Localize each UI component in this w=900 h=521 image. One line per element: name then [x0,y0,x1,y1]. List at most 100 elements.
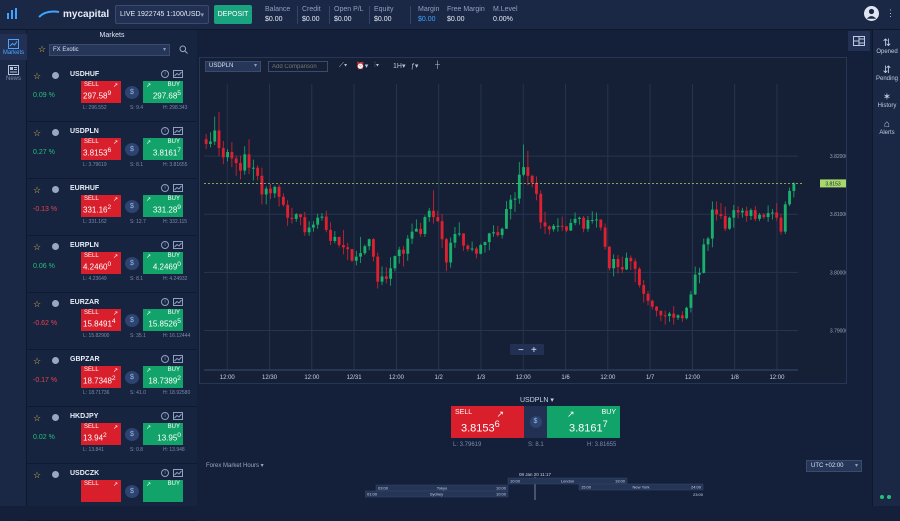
trend-chart-icon[interactable] [173,469,183,477]
market-row[interactable]: ☆ EURHUF i -0.13 % SELL ↗ 331.162 $ BUY ↗ 331.289 L… [27,179,197,236]
buy-button[interactable]: BUY ↗ 297.685 [143,81,183,103]
market-change: -0.13 % [33,206,58,213]
currency-icon[interactable]: $ [125,257,139,270]
favorite-star-icon[interactable]: ☆ [33,71,41,82]
favorite-star-icon[interactable]: ☆ [33,242,41,253]
candle [689,290,693,313]
favorite-star-icon[interactable]: ☆ [33,128,41,139]
favorite-star-icon[interactable]: ☆ [33,470,41,481]
favorite-star-icon[interactable]: ☆ [33,356,41,367]
currency-icon[interactable]: $ [125,143,139,156]
brand[interactable]: mycapital [38,7,109,21]
ticket-sell-button[interactable]: SELL ↗ 3.81536 [451,406,524,438]
app-logo-icon[interactable] [6,7,20,21]
currency-icon[interactable]: $ [125,86,139,99]
favorite-star-icon[interactable]: ☆ [33,299,41,310]
sell-price-pip: 2 [111,375,116,383]
buy-button[interactable]: BUY ↗ 18.73892 [143,366,183,388]
account-selector[interactable]: LIVE 1922745 1:100/USD ▾ [115,5,209,24]
more-menu-icon[interactable]: ⋮ [886,8,895,19]
info-icon[interactable]: i [161,127,169,135]
add-comparison-input[interactable] [268,61,328,72]
zoom-controls[interactable] [510,344,544,355]
candle [294,213,298,222]
candles-type-icon[interactable]: ⫶▾ [374,62,379,70]
info-icon[interactable]: i [161,412,169,420]
favorite-star-icon[interactable]: ☆ [33,185,41,196]
currency-icon[interactable]: $ [125,428,139,441]
ticket-quantity[interactable]: $ [524,406,547,438]
trend-chart-icon[interactable] [173,184,183,192]
session-extra-end: 23:00 [693,492,704,497]
info-icon[interactable]: i [161,241,169,249]
zoom-out-icon[interactable]: − [518,345,524,356]
market-row[interactable]: ☆ USDHUF i 0.09 % SELL ↗ 297.589 $ BUY ↗ 297.685 L:… [27,65,197,122]
chart-style-icon[interactable]: ⟋▾ [339,62,347,70]
price-chart[interactable]: 3.82000 3.81000 3.80000 3.79000 12:00 12/30 12… [200,78,846,384]
currency-icon[interactable]: $ [125,314,139,327]
nav-markets[interactable]: Markets [0,34,27,60]
chart-symbol-select[interactable]: USDPLN ▾ [205,61,261,72]
right-nav-alerts[interactable]: ⌂ Alerts [873,114,900,140]
sell-button[interactable]: SELL ↗ 13.942 [81,423,121,445]
sell-button[interactable]: SELL ↗ 331.162 [81,195,121,217]
info-icon[interactable]: i [161,355,169,363]
timeframe-select[interactable]: 1H▾ [393,62,405,70]
market-row[interactable]: ☆ EURPLN i 0.06 % SELL ↗ 4.24600 $ BUY ↗ 4.24690 L:… [27,236,197,293]
forex-market-hours-toggle[interactable]: Forex Market Hours ▾ [206,462,264,469]
candle [522,144,526,177]
trend-chart-icon[interactable] [173,355,183,363]
right-nav-opened[interactable]: ⇅ Opened [873,33,900,59]
buy-button[interactable]: BUY ↗ 3.81617 [143,138,183,160]
market-row[interactable]: ☆ EURZAR i -0.62 % SELL ↗ 15.84914 $ BUY ↗ 15.8526… [27,293,197,350]
timezone-select[interactable]: UTC +02:00 ▾ [806,460,862,472]
market-row[interactable]: ☆ USDPLN i 0.27 % SELL ↗ 3.81536 $ BUY ↗ 3.81617 L:… [27,122,197,179]
sell-button[interactable]: SELL ↗ 297.589 [81,81,121,103]
sell-button[interactable]: SELL ↗ 4.24600 [81,252,121,274]
ticket-symbol[interactable]: USDPLN ▾ [520,396,554,404]
avatar[interactable] [864,6,879,21]
trend-chart-icon[interactable] [173,298,183,306]
market-row[interactable]: ☆ USDCZK i SELL ↗ $ BUY ↗ [27,464,197,521]
buy-button[interactable]: BUY ↗ 4.24690 [143,252,183,274]
stat-separator [410,6,411,24]
currency-icon[interactable]: $ [125,371,139,384]
zoom-in-icon[interactable]: + [531,345,537,356]
trend-chart-icon[interactable] [173,241,183,249]
buy-button[interactable]: BUY ↗ 13.950 [143,423,183,445]
market-category-select[interactable]: FX Exotic ▾ [49,44,170,56]
info-icon[interactable]: i [161,184,169,192]
ticket-buy-button[interactable]: BUY ↗ 3.81617 [547,406,620,438]
currency-icon[interactable]: $ [125,200,139,213]
x-tick-label: 12/30 [262,375,278,381]
info-icon[interactable]: i [161,469,169,477]
buy-button[interactable]: BUY ↗ [143,480,183,502]
indicators-icon[interactable]: ƒ▾ [411,62,418,70]
sell-button[interactable]: SELL ↗ [81,480,121,502]
search-icon[interactable] [179,45,188,54]
favorite-star-icon[interactable]: ☆ [33,413,41,424]
trend-chart-icon[interactable] [173,127,183,135]
crosshair-icon[interactable]: ┼ [435,62,440,69]
alarm-clock-icon[interactable]: ⏰▾ [356,62,368,70]
trend-chart-icon[interactable] [173,70,183,78]
sell-button[interactable]: SELL ↗ 3.81536 [81,138,121,160]
buy-button[interactable]: BUY ↗ 15.85265 [143,309,183,331]
right-nav-history[interactable]: ✶ History [873,87,900,113]
info-icon[interactable]: i [161,298,169,306]
layout-button[interactable] [848,31,870,51]
candle [329,222,332,246]
market-row[interactable]: ☆ GBPZAR i -0.17 % SELL ↗ 18.73482 $ BUY ↗ 18.7389… [27,350,197,407]
buy-button[interactable]: BUY ↗ 331.289 [143,195,183,217]
currency-icon[interactable]: $ [125,485,139,498]
favorite-star-icon[interactable]: ☆ [38,44,46,55]
right-nav-pending[interactable]: ⇵ Pending [873,60,900,86]
sell-button[interactable]: SELL ↗ 15.84914 [81,309,121,331]
info-icon[interactable]: i [161,70,169,78]
nav-news[interactable]: News [0,60,27,86]
sell-button[interactable]: SELL ↗ 18.73482 [81,366,121,388]
trend-chart-icon[interactable] [173,412,183,420]
market-row[interactable]: ☆ HKDJPY i 0.02 % SELL ↗ 13.942 $ BUY ↗ 13.950 L: 1… [27,407,197,464]
deposit-button[interactable]: DEPOSIT [214,5,252,24]
market-symbol: USDPLN [70,128,99,135]
